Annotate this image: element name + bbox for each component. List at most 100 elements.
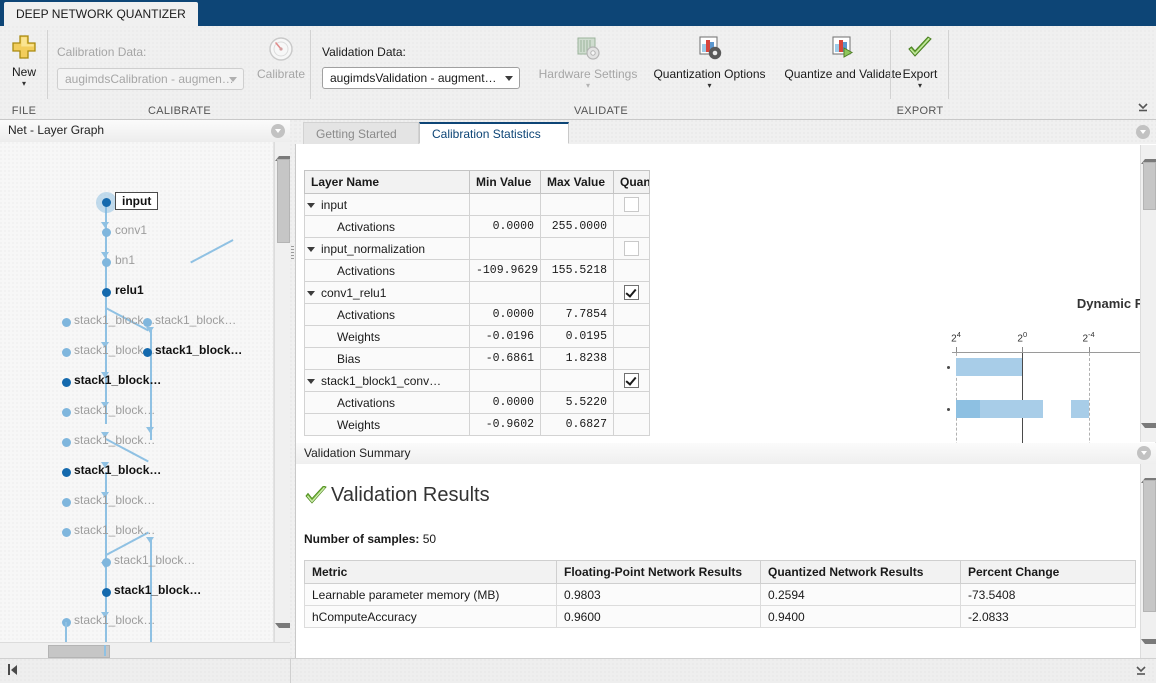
min-value [470, 238, 541, 260]
quantize-checkbox[interactable] [624, 373, 639, 388]
graph-node-input-label[interactable]: input [115, 192, 158, 210]
layer-graph-canvas[interactable]: input conv1 bn1 relu1 stack1_block… stac… [0, 142, 274, 642]
min-value: 0.0000 [470, 216, 541, 238]
expand-twisty-icon[interactable] [307, 203, 315, 208]
graph-node[interactable] [62, 498, 71, 507]
validation-results-title: Validation Results [331, 484, 490, 507]
col-layer-name[interactable]: Layer Name [305, 171, 470, 194]
chart-bar[interactable] [1071, 400, 1089, 418]
minimize-ribbon-icon[interactable] [1136, 101, 1150, 115]
ribbon-section-export-label: EXPORT [891, 105, 949, 117]
table-row[interactable]: input_normalization [305, 238, 650, 260]
hardware-settings-caret-icon[interactable]: ▾ [533, 82, 643, 90]
tab-calibration-statistics[interactable]: Calibration Statistics [419, 122, 569, 144]
min-value: -109.9629 [470, 260, 541, 282]
scroll-down-icon[interactable] [275, 628, 290, 642]
app-tab-deep-network-quantizer[interactable]: DEEP NETWORK QUANTIZER [4, 2, 198, 26]
table-row[interactable]: input [305, 194, 650, 216]
graph-node[interactable] [102, 588, 111, 597]
tab-getting-started[interactable]: Getting Started [303, 122, 419, 144]
quantize-checkbox[interactable] [624, 241, 639, 256]
max-value: 1.8238 [541, 348, 614, 370]
graph-node[interactable] [102, 258, 111, 267]
graph-node[interactable] [62, 468, 71, 477]
table-row[interactable]: Weights -0.9602 0.6827 [305, 414, 650, 436]
export-button-caret-icon[interactable]: ▾ [888, 82, 952, 90]
scroll-up-icon[interactable] [1141, 464, 1156, 478]
expand-twisty-icon[interactable] [307, 291, 315, 296]
row-marker [947, 408, 950, 411]
quantization-options-caret-icon[interactable]: ▾ [642, 82, 777, 90]
expand-twisty-icon[interactable] [307, 379, 315, 384]
graph-node[interactable] [62, 528, 71, 537]
table-row[interactable]: Activations 0.0000 7.7854 [305, 304, 650, 326]
scroll-thumb[interactable] [1143, 162, 1156, 210]
chart-bar[interactable] [980, 400, 1043, 418]
table-row[interactable]: conv1_relu1 [305, 282, 650, 304]
layer-name: stack1_block1_conv… [321, 374, 441, 388]
col-quantized: Quantized Network Results [761, 561, 961, 584]
quantize-checkbox[interactable] [624, 285, 639, 300]
validation-summary-header: Validation Summary [296, 443, 1156, 465]
graph-edge [190, 239, 233, 263]
scroll-up-icon[interactable] [1141, 145, 1156, 159]
collapse-bottom-panel-button[interactable] [1134, 665, 1148, 680]
table-row[interactable]: Activations 0.0000 5.5220 [305, 392, 650, 414]
graph-node[interactable] [62, 318, 71, 327]
col-quantize[interactable]: Quant [614, 171, 650, 194]
table-row[interactable]: stack1_block1_conv… [305, 370, 650, 392]
col-min-value[interactable]: Min Value [470, 171, 541, 194]
calibration-data-dropdown[interactable]: augimdsCalibration - augmen… [57, 68, 244, 90]
scroll-thumb[interactable] [277, 159, 290, 243]
graph-node-label: stack1_block… [74, 433, 155, 447]
graph-node-input[interactable] [102, 198, 111, 207]
chevron-down-icon [229, 77, 237, 82]
tab-options-icon[interactable] [1136, 125, 1150, 139]
collapse-left-panel-button[interactable] [8, 664, 17, 675]
table-row[interactable]: Weights -0.0196 0.0195 [305, 326, 650, 348]
table-header-row: Metric Floating-Point Network Results Qu… [305, 561, 1136, 584]
graph-node[interactable] [102, 288, 111, 297]
scroll-thumb[interactable] [48, 645, 110, 658]
layer-graph-title: Net - Layer Graph [8, 123, 104, 137]
graph-node[interactable] [62, 378, 71, 387]
panel-options-icon[interactable] [1137, 446, 1151, 460]
metric-quant: 0.9400 [761, 606, 961, 628]
scroll-up-icon[interactable] [275, 142, 290, 156]
chart-bar[interactable] [956, 400, 980, 418]
export-button[interactable]: Export ▾ [888, 32, 952, 90]
panel-options-icon[interactable] [271, 124, 285, 138]
validation-data-dropdown[interactable]: augimdsValidation - augment… [322, 67, 520, 89]
number-of-samples-value: 50 [423, 532, 436, 546]
quantization-options-button[interactable]: Quantization Options ▾ [642, 32, 777, 90]
table-row[interactable]: Bias -0.6861 1.8238 [305, 348, 650, 370]
ribbon-toolstrip: New ▾ FILE Calibration Data: augimdsCali… [0, 26, 1156, 120]
splitter-grip-icon[interactable] [291, 244, 294, 262]
layer-name: Activations [305, 216, 470, 238]
graph-node[interactable] [102, 228, 111, 237]
scroll-down-icon[interactable] [1141, 644, 1156, 658]
quantize-checkbox[interactable] [624, 197, 639, 212]
table-row[interactable]: Activations 0.0000 255.0000 [305, 216, 650, 238]
graph-node[interactable] [62, 348, 71, 357]
calibrate-button[interactable]: Calibrate [249, 32, 313, 81]
graph-node[interactable] [62, 408, 71, 417]
chevron-down-icon [505, 76, 513, 81]
scroll-down-icon[interactable] [1141, 428, 1156, 442]
chart-vscrollbar[interactable] [1140, 145, 1156, 442]
graph-node[interactable] [102, 558, 111, 567]
expand-twisty-icon[interactable] [307, 247, 315, 252]
graph-node[interactable] [62, 438, 71, 447]
scroll-thumb[interactable] [1143, 480, 1156, 612]
hardware-settings-button[interactable]: Hardware Settings ▾ [533, 32, 643, 90]
ribbon-section-calibrate: Calibration Data: augimdsCalibration - a… [48, 26, 311, 119]
graph-node[interactable] [143, 318, 152, 327]
layer-graph-vscrollbar[interactable] [274, 142, 290, 642]
chart-bar[interactable] [956, 358, 1022, 376]
validation-summary-vscrollbar[interactable] [1140, 464, 1156, 658]
table-row[interactable]: Activations -109.9629 155.5218 [305, 260, 650, 282]
col-max-value[interactable]: Max Value [541, 171, 614, 194]
graph-node-label: stack1_block… [114, 583, 201, 597]
graph-node[interactable] [143, 348, 152, 357]
layer-graph-hscrollbar[interactable] [0, 642, 290, 658]
